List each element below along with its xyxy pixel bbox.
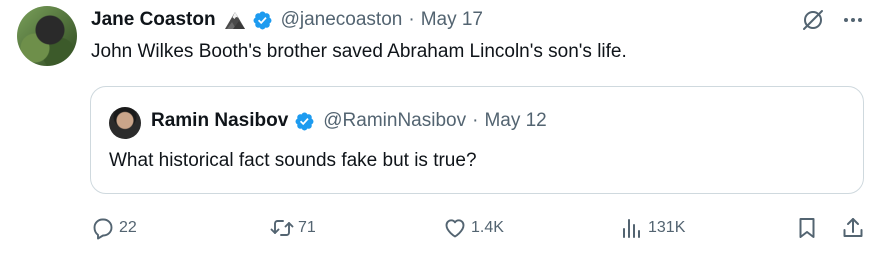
share-icon <box>843 218 863 237</box>
heart-icon <box>445 219 465 238</box>
quoted-author-handle[interactable]: @RaminNasibov <box>323 110 466 132</box>
repost-button[interactable]: 71 <box>270 216 316 240</box>
verified-badge-icon[interactable] <box>294 111 315 132</box>
author-avatar[interactable] <box>17 6 77 66</box>
quoted-tweet[interactable]: Ramin Nasibov @RaminNasibov · May 12 Wha… <box>90 86 864 194</box>
quoted-tweet-text: What historical fact sounds fake but is … <box>109 150 477 171</box>
like-count: 1.4K <box>471 219 504 236</box>
tweet-text: John Wilkes Booth's brother saved Abraha… <box>91 41 627 62</box>
like-button[interactable]: 1.4K <box>443 216 504 240</box>
views-button[interactable]: 131K <box>620 216 685 240</box>
author-name[interactable]: Jane Coaston <box>91 9 216 31</box>
separator-dot: · <box>408 9 415 30</box>
more-icon[interactable] <box>843 12 863 28</box>
action-bar: 22 71 1.4K 131K <box>0 216 890 244</box>
reply-icon <box>93 218 113 240</box>
reply-button[interactable]: 22 <box>91 216 137 240</box>
share-button[interactable] <box>841 216 865 240</box>
bookmark-icon <box>799 218 815 238</box>
repost-icon <box>270 220 294 236</box>
grok-icon[interactable] <box>801 8 825 32</box>
quoted-author-name[interactable]: Ramin Nasibov <box>151 110 288 132</box>
views-icon <box>623 219 640 238</box>
reply-count: 22 <box>119 219 137 236</box>
quoted-tweet-header: Ramin Nasibov @RaminNasibov · May 12 <box>151 110 547 132</box>
repost-count: 71 <box>298 219 316 236</box>
author-handle[interactable]: @janecoaston <box>281 9 403 31</box>
mountain-emoji-icon <box>224 12 245 29</box>
tweet-date[interactable]: May 17 <box>421 9 483 31</box>
quoted-author-avatar[interactable] <box>109 107 141 139</box>
separator-dot: · <box>472 110 479 131</box>
bookmark-button[interactable] <box>795 216 819 240</box>
tweet-header: Jane Coaston @janecoaston · May 17 <box>91 7 483 33</box>
quoted-tweet-date[interactable]: May 12 <box>484 110 546 132</box>
views-count: 131K <box>648 219 686 236</box>
verified-badge-icon[interactable] <box>252 10 273 31</box>
